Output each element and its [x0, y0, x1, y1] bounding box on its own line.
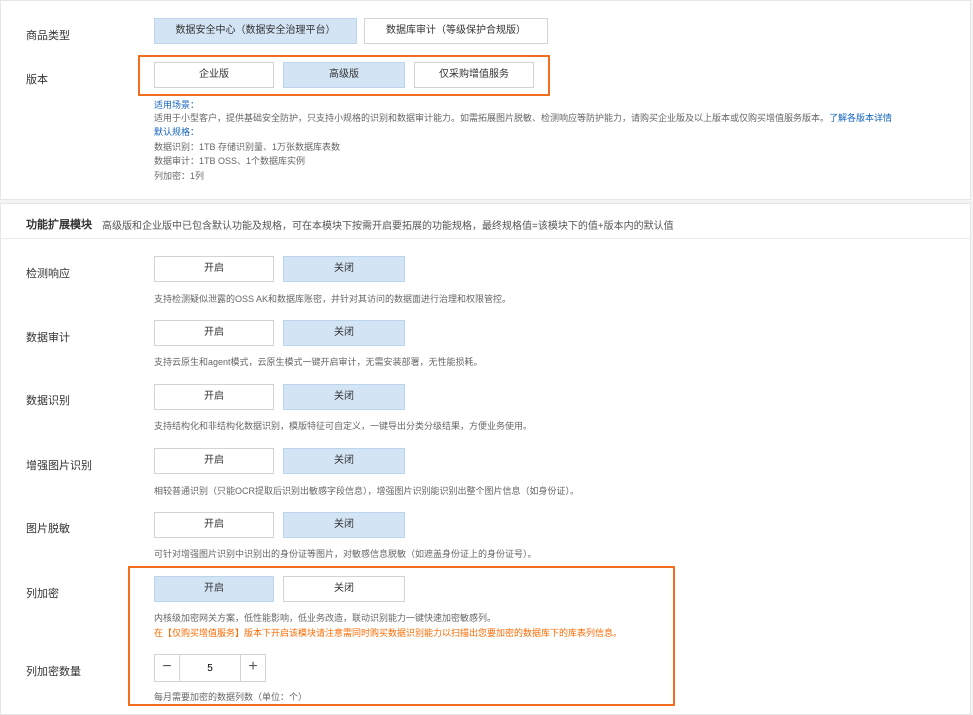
edition-enterprise-button[interactable]: 企业版: [154, 62, 274, 88]
module-label-data-discovery: 数据识别: [26, 395, 70, 407]
image-masking-desc: 可针对增强图片识别中识别出的身份证等图片，对敏感信息脱敏（如遮盖身份证上的身份证…: [154, 549, 537, 559]
extension-title: 功能扩展模块: [26, 219, 92, 231]
scenario-title: 适用场景：: [154, 100, 200, 110]
extension-note: 高级版和企业版中已包含默认功能及规格，可在本模块下按需开启要拓展的功能规格，最终…: [102, 221, 674, 232]
enhanced-image-off-button[interactable]: 关闭: [283, 448, 405, 474]
column-encryption-on-button[interactable]: 开启: [154, 576, 274, 602]
column-count-hint: 每月需要加密的数据列数（单位：个）: [154, 692, 308, 702]
column-encryption-warning: 在【仅购买增值服务】版本下开启该模块请注意需同时购买数据识别能力以扫描出您要加密…: [154, 628, 623, 638]
data-audit-off-button[interactable]: 关闭: [283, 320, 405, 346]
spec-line-audit: 数据审计：1TB OSS、1个数据库实例: [154, 156, 306, 166]
extension-divider: [1, 238, 970, 239]
data-audit-on-button[interactable]: 开启: [154, 320, 274, 346]
product-type-label: 商品类型: [26, 30, 70, 42]
module-label-data-audit: 数据审计: [26, 332, 70, 344]
product-type-db-audit-button[interactable]: 数据库审计（等级保护合规版）: [364, 18, 548, 44]
product-type-dsc-button[interactable]: 数据安全中心（数据安全治理平台）: [154, 18, 357, 44]
edition-label: 版本: [26, 74, 48, 86]
data-discovery-desc: 支持结构化和非结构化数据识别，模版特征可自定义，一键导出分类分级结果，方便业务使…: [154, 421, 533, 431]
image-masking-off-button[interactable]: 关闭: [283, 512, 405, 538]
detection-response-on-button[interactable]: 开启: [154, 256, 274, 282]
data-discovery-on-button[interactable]: 开启: [154, 384, 274, 410]
spec-line-discovery: 数据识别：1TB 存储识别量、1万张数据库表数: [154, 142, 341, 152]
scenario-description: 适用于小型客户，提供基础安全防护，只支持小规格的识别和数据审计能力。如需拓展图片…: [154, 113, 830, 123]
column-encryption-off-button[interactable]: 关闭: [283, 576, 405, 602]
column-count-input[interactable]: [180, 655, 240, 681]
edition-advanced-button[interactable]: 高级版: [283, 62, 405, 88]
enhanced-image-desc: 相较普通识别（只能OCR提取后识别出敏感字段信息），增强图片识别能识别出整个图片…: [154, 486, 580, 496]
column-encryption-desc: 内核级加密网关方案，低性能影响，低业务改造，联动识别能力一键快速加密敏感列。: [154, 613, 497, 623]
module-label-enhanced-image: 增强图片识别: [26, 460, 92, 472]
decrement-button[interactable]: −: [155, 655, 180, 681]
spec-title: 默认规格：: [154, 127, 200, 137]
module-label-detection-response: 检测响应: [26, 268, 70, 280]
scenario-text: 适用于小型客户，提供基础安全防护，只支持小规格的识别和数据审计能力。如需拓展图片…: [154, 111, 892, 124]
module-label-column-encryption: 列加密: [26, 588, 59, 600]
column-count-label: 列加密数量: [26, 666, 81, 678]
column-count-stepper: − +: [154, 654, 266, 682]
edition-details-link[interactable]: 了解各版本详情: [829, 113, 892, 123]
detection-response-desc: 支持检测疑似泄露的OSS AK和数据库账密，并针对其访问的数据面进行治理和权限管…: [154, 294, 512, 304]
module-label-image-masking: 图片脱敏: [26, 523, 70, 535]
edition-value-added-button[interactable]: 仅采购增值服务: [414, 62, 534, 88]
detection-response-off-button[interactable]: 关闭: [283, 256, 405, 282]
increment-button[interactable]: +: [240, 655, 265, 681]
image-masking-on-button[interactable]: 开启: [154, 512, 274, 538]
enhanced-image-on-button[interactable]: 开启: [154, 448, 274, 474]
data-audit-desc: 支持云原生和agent模式，云原生模式一键开启审计，无需安装部署，无性能损耗。: [154, 357, 483, 367]
data-discovery-off-button[interactable]: 关闭: [283, 384, 405, 410]
spec-line-encryption: 列加密：1列: [154, 171, 205, 181]
